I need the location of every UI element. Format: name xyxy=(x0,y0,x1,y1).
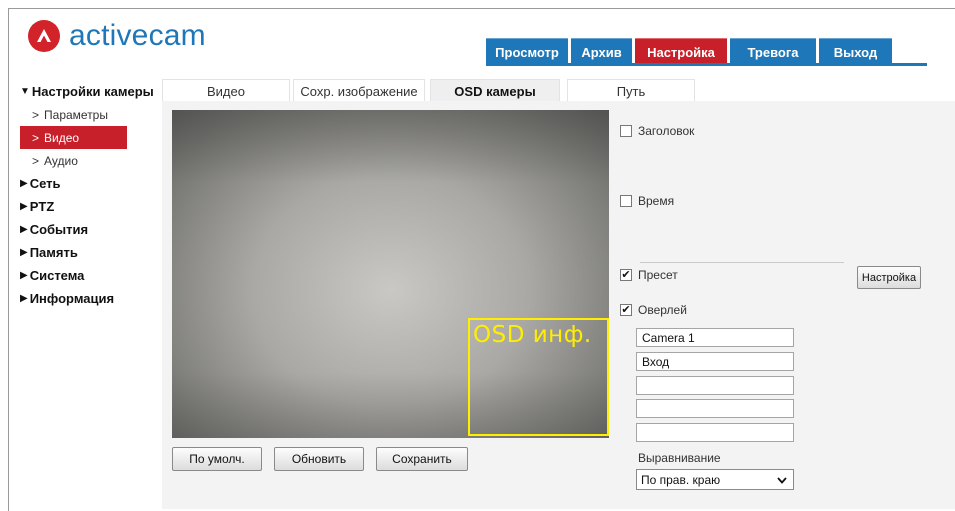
nav-tab-alarm[interactable]: Тревога xyxy=(730,38,816,65)
preset-setup-button[interactable]: Настройка xyxy=(857,266,921,289)
sidebar-group-storage[interactable]: ▶ Память xyxy=(20,241,160,264)
overlay-line-5-input[interactable] xyxy=(636,423,794,442)
alignment-value: По прав. краю xyxy=(641,472,721,487)
sidebar: ▼ Настройки камеры > Параметры > Видео >… xyxy=(20,80,160,310)
option-label: Время xyxy=(638,194,675,208)
sidebar-group-label: Система xyxy=(29,268,85,283)
time-checkbox[interactable] xyxy=(620,195,632,207)
sidebar-group-label: Память xyxy=(29,245,78,260)
activecam-logo-icon xyxy=(28,20,60,52)
preset-checkbox[interactable]: ✔ xyxy=(620,269,632,281)
sidebar-group-network[interactable]: ▶ Сеть xyxy=(20,172,160,195)
option-label: Пресет xyxy=(638,268,678,282)
frame-left-border xyxy=(8,8,9,511)
alignment-select[interactable]: По прав. краю xyxy=(636,469,794,490)
title-checkbox[interactable] xyxy=(620,125,632,137)
option-overlay[interactable]: ✔ Оверлей xyxy=(620,303,687,317)
tab-path[interactable]: Путь xyxy=(567,79,695,102)
sidebar-item-audio[interactable]: > Аудио xyxy=(20,149,160,172)
triangle-right-icon: ▶ xyxy=(20,201,28,212)
nav-tab-settings[interactable]: Настройка xyxy=(635,38,727,65)
refresh-button[interactable]: Обновить xyxy=(274,447,364,471)
sidebar-group-label: Настройки камеры xyxy=(31,84,154,99)
brand-logo: activecam xyxy=(28,20,206,52)
tab-video[interactable]: Видео xyxy=(162,79,290,102)
sidebar-group-events[interactable]: ▶ События xyxy=(20,218,160,241)
sidebar-item-label: Видео xyxy=(44,130,80,145)
sidebar-group-label: Сеть xyxy=(29,176,61,191)
overlay-line-4-input[interactable] xyxy=(636,399,794,418)
option-title[interactable]: Заголовок xyxy=(620,124,694,138)
osd-overlay-box[interactable]: OSD инф. xyxy=(468,318,609,436)
sidebar-group-label: События xyxy=(29,222,89,237)
triangle-right-icon: ▶ xyxy=(20,293,28,304)
chevron-right-icon: > xyxy=(32,107,40,122)
nav-tab-logout[interactable]: Выход xyxy=(819,38,892,65)
brand-name: activecam xyxy=(69,19,206,52)
frame-top-border xyxy=(8,8,955,9)
overlay-line-3-input[interactable] xyxy=(636,376,794,395)
nav-tab-view[interactable]: Просмотр xyxy=(486,38,568,65)
triangle-down-icon: ▼ xyxy=(20,86,30,97)
sidebar-item-parameters[interactable]: > Параметры xyxy=(20,103,160,126)
tab-osd[interactable]: OSD камеры xyxy=(430,79,560,102)
triangle-right-icon: ▶ xyxy=(20,270,28,281)
main-navigation: Просмотр Архив Настройка Тревога Выход xyxy=(486,38,895,65)
nav-tab-archive[interactable]: Архив xyxy=(571,38,632,65)
nav-underline xyxy=(486,63,927,66)
option-label: Оверлей xyxy=(638,303,687,317)
triangle-right-icon: ▶ xyxy=(20,224,28,235)
settings-subtabs: Видео Сохр. изображение OSD камеры Путь xyxy=(162,79,955,102)
option-preset[interactable]: ✔ Пресет xyxy=(620,268,678,282)
sidebar-group-label: PTZ xyxy=(29,199,55,214)
sidebar-group-system[interactable]: ▶ Система xyxy=(20,264,160,287)
tab-snapshot[interactable]: Сохр. изображение xyxy=(293,79,425,102)
triangle-right-icon: ▶ xyxy=(20,247,28,258)
alignment-label: Выравнивание xyxy=(638,451,721,465)
divider xyxy=(640,262,844,263)
option-time[interactable]: Время xyxy=(620,194,674,208)
sidebar-group-information[interactable]: ▶ Информация xyxy=(20,287,160,310)
overlay-line-1-input[interactable]: Camera 1 xyxy=(636,328,794,347)
overlay-line-2-input[interactable]: Вход xyxy=(636,352,794,371)
sidebar-item-label: Аудио xyxy=(44,153,78,168)
osd-text: OSD инф. xyxy=(473,322,592,348)
overlay-checkbox[interactable]: ✔ xyxy=(620,304,632,316)
default-button[interactable]: По умолч. xyxy=(172,447,262,471)
sidebar-group-label: Информация xyxy=(29,291,115,306)
sidebar-item-video[interactable]: > Видео xyxy=(20,126,127,149)
save-button[interactable]: Сохранить xyxy=(376,447,468,471)
chevron-right-icon: > xyxy=(32,130,40,145)
triangle-right-icon: ▶ xyxy=(20,178,28,189)
chevron-right-icon: > xyxy=(32,153,40,168)
sidebar-group-ptz[interactable]: ▶ PTZ xyxy=(20,195,160,218)
chevron-down-icon xyxy=(777,477,787,484)
sidebar-item-label: Параметры xyxy=(44,107,108,122)
sidebar-group-camera-settings[interactable]: ▼ Настройки камеры xyxy=(20,80,160,103)
option-label: Заголовок xyxy=(638,124,695,138)
